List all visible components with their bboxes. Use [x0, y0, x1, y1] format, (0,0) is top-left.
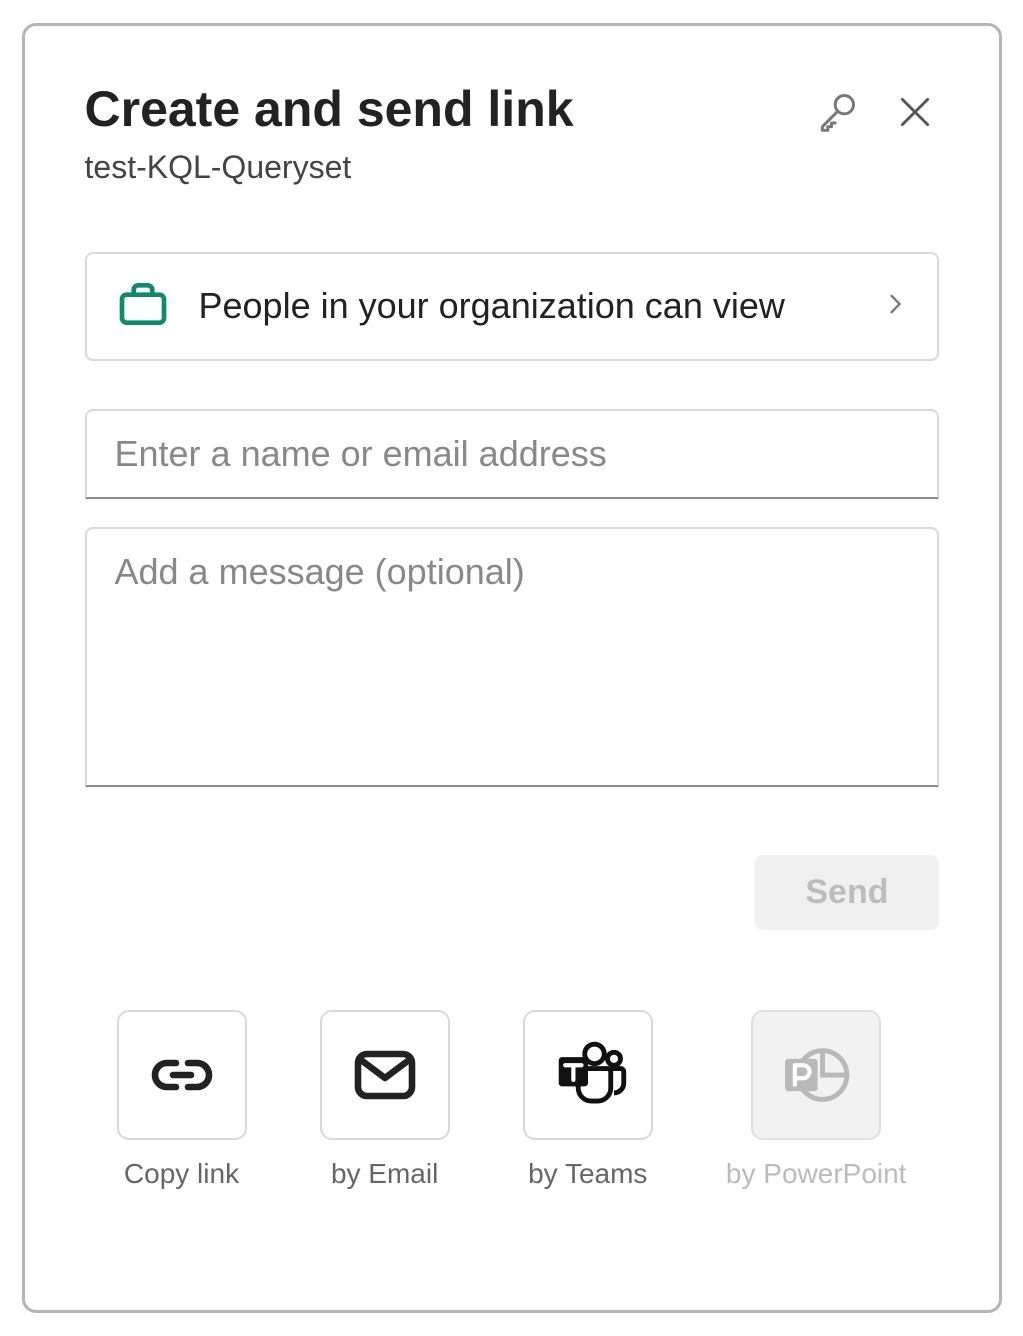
email-icon-box [320, 1010, 450, 1140]
teams-icon [549, 1036, 627, 1114]
share-dialog: Create and send link test-KQL-Queryset [22, 23, 1002, 1313]
link-icon [146, 1039, 218, 1111]
powerpoint-icon-box [751, 1010, 881, 1140]
permission-selector[interactable]: People in your organization can view [85, 252, 939, 361]
title-block: Create and send link test-KQL-Queryset [85, 82, 813, 186]
powerpoint-option[interactable]: by PowerPoint [726, 1010, 907, 1190]
copy-link-label: Copy link [124, 1158, 239, 1190]
recipient-input[interactable] [85, 409, 939, 499]
briefcase-icon [115, 276, 171, 337]
teams-icon-box [523, 1010, 653, 1140]
send-row: Send [85, 855, 939, 930]
header-actions [813, 88, 939, 136]
powerpoint-label: by PowerPoint [726, 1158, 907, 1190]
email-option[interactable]: by Email [320, 1010, 450, 1190]
key-button[interactable] [813, 88, 861, 136]
email-label: by Email [331, 1158, 438, 1190]
close-icon [896, 93, 934, 131]
copy-link-icon-box [117, 1010, 247, 1140]
copy-link-option[interactable]: Copy link [117, 1010, 247, 1190]
dialog-title: Create and send link [85, 82, 813, 137]
dialog-subtitle: test-KQL-Queryset [85, 149, 813, 186]
email-icon [349, 1039, 421, 1111]
powerpoint-icon [777, 1036, 855, 1114]
key-icon [815, 90, 859, 134]
teams-label: by Teams [528, 1158, 647, 1190]
close-button[interactable] [891, 88, 939, 136]
permission-text: People in your organization can view [199, 282, 853, 331]
teams-option[interactable]: by Teams [523, 1010, 653, 1190]
share-options: Copy link by Email [85, 1010, 939, 1190]
dialog-header: Create and send link test-KQL-Queryset [85, 82, 939, 186]
send-button[interactable]: Send [755, 855, 938, 930]
chevron-right-icon [881, 290, 909, 323]
message-input[interactable] [85, 527, 939, 787]
